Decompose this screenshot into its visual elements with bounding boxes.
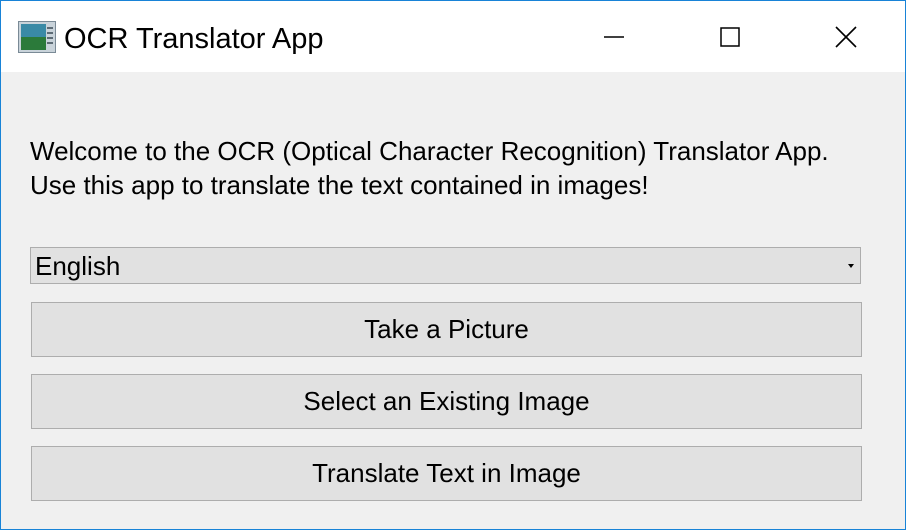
select-existing-image-button[interactable]: Select an Existing Image (31, 374, 862, 429)
language-select-value: English (35, 251, 121, 281)
minimize-icon (604, 35, 624, 38)
window-title: OCR Translator App (64, 23, 324, 55)
app-window: OCR Translator App Welcome to the OCR (O… (0, 0, 906, 530)
close-icon (835, 25, 857, 48)
language-select[interactable]: English (30, 247, 861, 284)
title-bar[interactable]: OCR Translator App (1, 1, 905, 72)
welcome-line-2: Use this app to translate the text conta… (30, 170, 649, 200)
welcome-message: Welcome to the OCR (Optical Character Re… (30, 134, 829, 202)
maximize-icon (720, 26, 740, 47)
image-document-icon (18, 21, 56, 53)
take-picture-button[interactable]: Take a Picture (31, 302, 862, 357)
maximize-button[interactable] (672, 1, 788, 72)
chevron-down-icon (848, 264, 854, 268)
close-button[interactable] (788, 1, 904, 72)
welcome-line-1: Welcome to the OCR (Optical Character Re… (30, 136, 829, 166)
translate-text-button[interactable]: Translate Text in Image (31, 446, 862, 501)
minimize-button[interactable] (556, 1, 672, 72)
